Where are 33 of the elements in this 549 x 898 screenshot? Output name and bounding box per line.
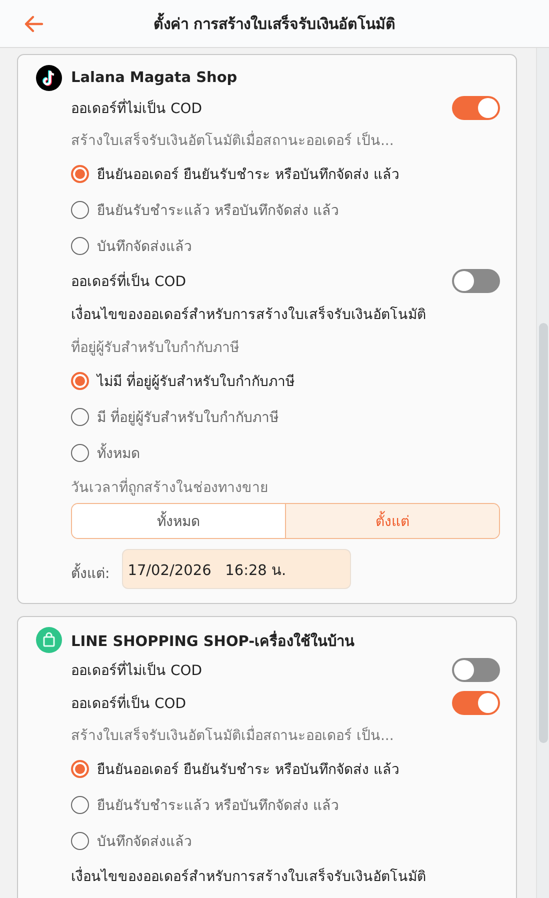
radio-option[interactable]: ยืนยันออเดอร์ ยืนยันรับชำระ หรือบันทึกจัดส่ง แล้ว [71,758,400,780]
radio-option[interactable]: ยืนยันรับชำระแล้ว หรือบันทึกจัดส่ง แล้ว [71,794,339,816]
hint-text: ที่อยู่ผู้รับสำหรับใบกำกับภาษี [71,336,239,358]
page-title: ตั้งค่า การสร้างใบเสร็จรับเงินอัตโนมัติ [152,12,397,34]
option-label: ออเดอร์ที่เป็น COD [71,692,186,714]
option-label: ออเดอร์ที่ไม่เป็น COD [71,98,202,118]
radio-option[interactable]: มี ที่อยู่ผู้รับสำหรับใบกำกับภาษี [71,406,278,428]
music-note-icon [36,65,62,91]
radio-option[interactable]: ยืนยันรับชำระแล้ว หรือบันทึกจัดส่ง แล้ว [71,199,339,221]
radio-option[interactable]: ยืนยันออเดอร์ ยืนยันรับชำระ หรือบันทึกจัดส่ง แล้ว [71,163,400,185]
scrollbar[interactable] [536,48,549,898]
radio-option[interactable]: ไม่มี ที่อยู่ผู้รับสำหรับใบกำกับภาษี [71,370,294,392]
shop-name: Lalana Magata Shop [71,70,238,86]
radio-option[interactable]: บันทึกจัดส่งแล้ว [71,235,192,257]
segment-option[interactable]: ตั้งแต่ [285,504,499,538]
date-time-field[interactable]: 17/02/2026 16:28 น. [122,549,351,589]
toggle-switch[interactable] [452,690,500,714]
segment-option[interactable]: ทั้งหมด [72,504,285,538]
hint-text: วันเวลาที่ถูกสร้างในช่องทางขาย [71,476,268,498]
hint-text: สร้างใบเสร็จรับเงินอัตโนมัติเมื่อสถานะออเดอร์ เป็น... [71,129,394,151]
shopping-bag-icon [36,627,62,653]
radio-option[interactable]: บันทึกจัดส่งแล้ว [71,830,192,852]
section-heading: เงื่อนไขของออเดอร์สำหรับการสร้างใบเสร็จรับเงินอัตโนมัติ [71,303,426,325]
hint-text: สร้างใบเสร็จรับเงินอัตโนมัติเมื่อสถานะออเดอร์ เป็น... [71,724,394,746]
toggle-switch[interactable] [452,96,500,120]
radio-option[interactable]: ทั้งหมด [71,442,140,464]
toggle-switch[interactable] [452,268,500,292]
toggle-switch[interactable] [452,658,500,682]
shop-name: LINE SHOPPING SHOP-เครื่องใช้ในบ้าน [71,628,355,652]
option-label: ออเดอร์ที่ไม่เป็น COD [71,660,202,680]
option-label: ออเดอร์ที่เป็น COD [71,270,186,292]
date-label: ตั้งแต่: [71,562,110,584]
section-heading: เงื่อนไขของออเดอร์สำหรับการสร้างใบเสร็จรับเงินอัตโนมัติ [71,865,426,887]
